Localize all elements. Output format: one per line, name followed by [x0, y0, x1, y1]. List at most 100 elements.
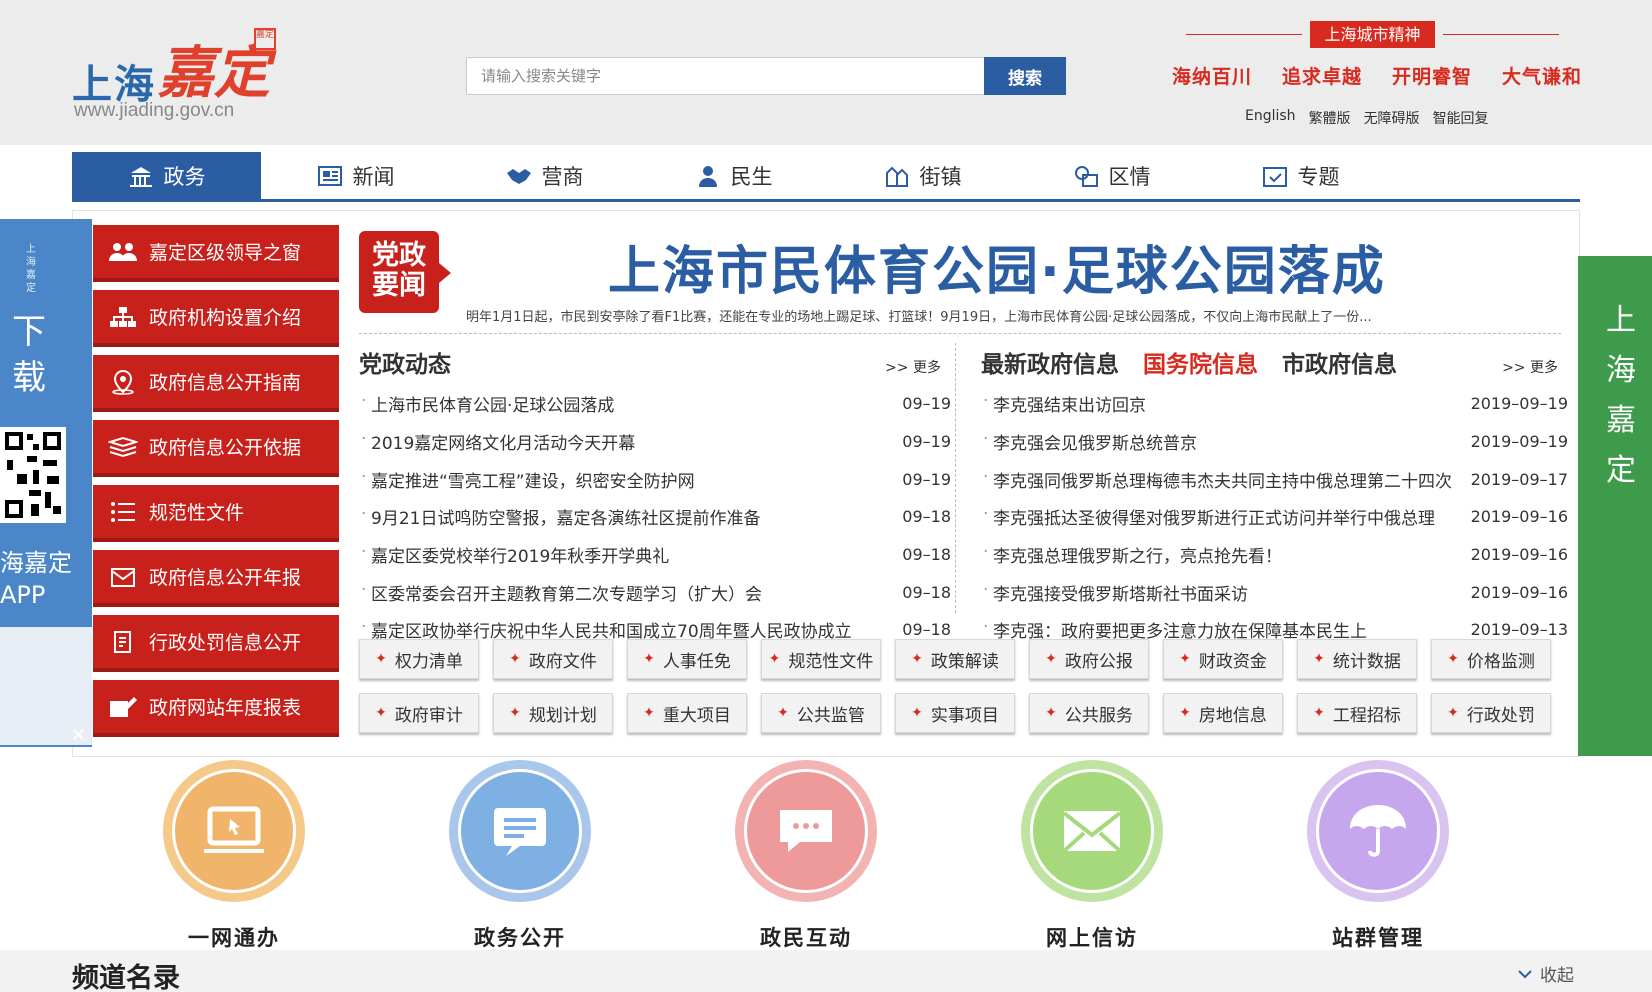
main-nav: 政务 新闻 营商 民生 街镇 区情 专题 [72, 152, 1580, 202]
quick-link-button[interactable]: ✦ 实事项目 [895, 693, 1015, 733]
link-accessible[interactable]: 无障碍版 [1364, 108, 1420, 128]
quick-link-button[interactable]: ✦ 价格监测 [1431, 639, 1551, 679]
quick-link-label: 规划计划 [528, 705, 597, 726]
tab-state-council-info[interactable]: 国务院信息 [1143, 345, 1258, 379]
news-title: 李克强接受俄罗斯塔斯社书面采访 [983, 580, 1248, 605]
list-item[interactable]: 李克强会见俄罗斯总统普京 2019–09–19 [981, 423, 1568, 461]
service-ring [1307, 760, 1449, 902]
search-button[interactable]: 搜索 [984, 57, 1066, 95]
list-item[interactable]: 2019嘉定网络文化月活动今天开幕 09–19 [359, 423, 951, 461]
list-item[interactable]: 李克强结束出访回京 2019–09–19 [981, 385, 1568, 423]
chat-bubble-icon [744, 769, 868, 893]
sidebar-item-disclosure-basis[interactable]: 政府信息公开依据 [93, 420, 339, 477]
tab-municipal-info[interactable]: 市政府信息 [1282, 345, 1397, 379]
list-item[interactable]: 嘉定区委党校举行2019年秋季开学典礼 09–18 [359, 536, 951, 574]
nav-label: 政务 [163, 164, 206, 189]
news-title: 上海市民体育公园·足球公园落成 [361, 391, 614, 416]
quick-link-button[interactable]: ✦ 政府审计 [359, 693, 479, 733]
app-download-ad[interactable]: 上海嘉定 下载 海嘉定APP × [0, 219, 92, 747]
location-pin-icon [107, 369, 139, 395]
quick-link-button[interactable]: ✦ 房地信息 [1163, 693, 1283, 733]
sidebar-item-annual-report[interactable]: 政府信息公开年报 [93, 550, 339, 607]
service-chat-bubble[interactable]: 政民互动 [716, 760, 896, 952]
quick-link-button[interactable]: ✦ 权力清单 [359, 639, 479, 679]
quick-link-button[interactable]: ✦ 政府文件 [493, 639, 613, 679]
sidebar: 嘉定区级领导之窗 政府机构设置介绍 政府信息公开指南 政府信息公开依据 规范性文… [93, 225, 339, 745]
site-logo[interactable]: 上海 嘉定 嘉定 www.jiading.gov.cn [72, 22, 292, 122]
sidebar-item-organizations[interactable]: 政府机构设置介绍 [93, 290, 339, 347]
quick-link-button[interactable]: ✦ 统计数据 [1297, 639, 1417, 679]
quick-link-button[interactable]: ✦ 规范性文件 [761, 639, 881, 679]
link-english[interactable]: English [1245, 108, 1296, 128]
divider [1443, 34, 1559, 35]
quick-link-label: 统计数据 [1332, 651, 1401, 672]
nav-item-livelihood[interactable]: 民生 [639, 152, 828, 199]
nav-label: 区情 [1108, 164, 1151, 189]
collapse-button[interactable]: 收起 [1518, 961, 1574, 986]
quick-link-label: 财政资金 [1198, 651, 1267, 672]
list-item[interactable]: 区委常委会召开主题教育第二次专题学习（扩大）会 09–18 [359, 573, 951, 611]
list-item[interactable]: 李克强总理俄罗斯之行，亮点抢先看！ 2019–09–16 [981, 536, 1568, 574]
search-input[interactable] [466, 57, 984, 95]
headline-title[interactable]: 上海市民体育公园·足球公园落成 [608, 229, 1386, 304]
service-shortcuts: 一网通办 政务公开 政民互动 网上信访 站群管理 [72, 760, 1580, 950]
quick-link-button[interactable]: ✦ 政府公报 [1029, 639, 1149, 679]
list-item[interactable]: 9月21日试鸣防空警报，嘉定各演练社区提前作准备 09–18 [359, 498, 951, 536]
quick-link-button[interactable]: ✦ 行政处罚 [1431, 693, 1551, 733]
quick-link-button[interactable]: ✦ 政策解读 [895, 639, 1015, 679]
nav-item-news[interactable]: 新闻 [261, 152, 450, 199]
sidebar-item-leaders[interactable]: 嘉定区级领导之窗 [93, 225, 339, 282]
news-title: 李克强结束出访回京 [983, 391, 1146, 416]
service-ring [449, 760, 591, 902]
quick-link-button[interactable]: ✦ 重大项目 [627, 693, 747, 733]
nav-item-business[interactable]: 营商 [450, 152, 639, 199]
service-umbrella[interactable]: 站群管理 [1288, 760, 1468, 952]
newspaper-icon [317, 165, 342, 186]
quick-link-button[interactable]: ✦ 财政资金 [1163, 639, 1283, 679]
quick-link-label: 价格监测 [1466, 651, 1535, 672]
plus-icon: ✦ [768, 651, 781, 667]
quick-link-button[interactable]: ✦ 公共监管 [761, 693, 881, 733]
qr-code-icon [0, 427, 66, 523]
headline-summary[interactable]: 明年1月1日起，市民到安亭除了看F1比赛，还能在专业的场地上踢足球、打篮球！9月… [466, 306, 1372, 325]
site-header: 上海 嘉定 嘉定 www.jiading.gov.cn 搜索 上海城市精神 海纳… [0, 0, 1652, 145]
more-link[interactable]: >> 更多 [885, 357, 941, 377]
sidebar-item-label: 政府信息公开指南 [149, 372, 302, 394]
quick-link-button[interactable]: ✦ 规划计划 [493, 693, 613, 733]
ad-small-text: 上海嘉定 [26, 244, 36, 294]
sidebar-item-disclosure-guide[interactable]: 政府信息公开指南 [93, 355, 339, 412]
service-laptop[interactable]: 一网通办 [144, 760, 324, 952]
list-item[interactable]: 李克强同俄罗斯总理梅德韦杰夫共同主持中俄总理第二十四次 2019–09–17 [981, 460, 1568, 498]
close-icon[interactable]: × [71, 724, 86, 745]
link-smart-reply[interactable]: 智能回复 [1433, 108, 1489, 128]
sidebar-item-normative-docs[interactable]: 规范性文件 [93, 485, 339, 542]
sidebar-item-penalty-info[interactable]: 行政处罚信息公开 [93, 615, 339, 672]
nav-item-towns[interactable]: 街镇 [828, 152, 1017, 199]
list-item[interactable]: 嘉定推进“雪亮工程”建设，织密安全防护网 09–19 [359, 460, 951, 498]
link-traditional[interactable]: 繁體版 [1309, 108, 1351, 128]
service-document-screen[interactable]: 政务公开 [430, 760, 610, 952]
quick-link-button[interactable]: ✦ 公共服务 [1029, 693, 1149, 733]
news-title: 2019嘉定网络文化月活动今天开幕 [361, 429, 635, 454]
list-item[interactable]: 李克强抵达圣彼得堡对俄罗斯进行正式访问并举行中俄总理 2019–09–16 [981, 498, 1568, 536]
nav-item-government[interactable]: 政务 [72, 152, 261, 199]
nav-label: 专题 [1297, 164, 1340, 189]
news-date: 2019–09–17 [1470, 469, 1568, 489]
list-item[interactable]: 上海市民体育公园·足球公园落成 09–19 [359, 385, 951, 423]
plus-icon: ✦ [1447, 705, 1459, 721]
sidebar-item-website-report[interactable]: 政府网站年度报表 [93, 680, 339, 737]
government-building-icon [129, 166, 152, 187]
nav-label: 新闻 [352, 164, 395, 189]
more-link[interactable]: >> 更多 [1502, 357, 1558, 377]
service-mail[interactable]: 网上信访 [1002, 760, 1182, 952]
quick-link-button[interactable]: ✦ 工程招标 [1297, 693, 1417, 733]
nav-item-topics[interactable]: 专题 [1206, 152, 1395, 199]
handshake-icon [506, 168, 531, 184]
right-floating-ad[interactable]: 上海嘉定 [1578, 256, 1652, 756]
document-screen-icon [458, 769, 582, 893]
motto: 大气谦和 [1501, 66, 1582, 88]
quick-link-button[interactable]: ✦ 人事任免 [627, 639, 747, 679]
list-item[interactable]: 李克强接受俄罗斯塔斯社书面采访 2019–09–16 [981, 573, 1568, 611]
nav-item-district[interactable]: 区情 [1017, 152, 1206, 199]
tab-latest-gov-info[interactable]: 最新政府信息 [981, 345, 1119, 379]
